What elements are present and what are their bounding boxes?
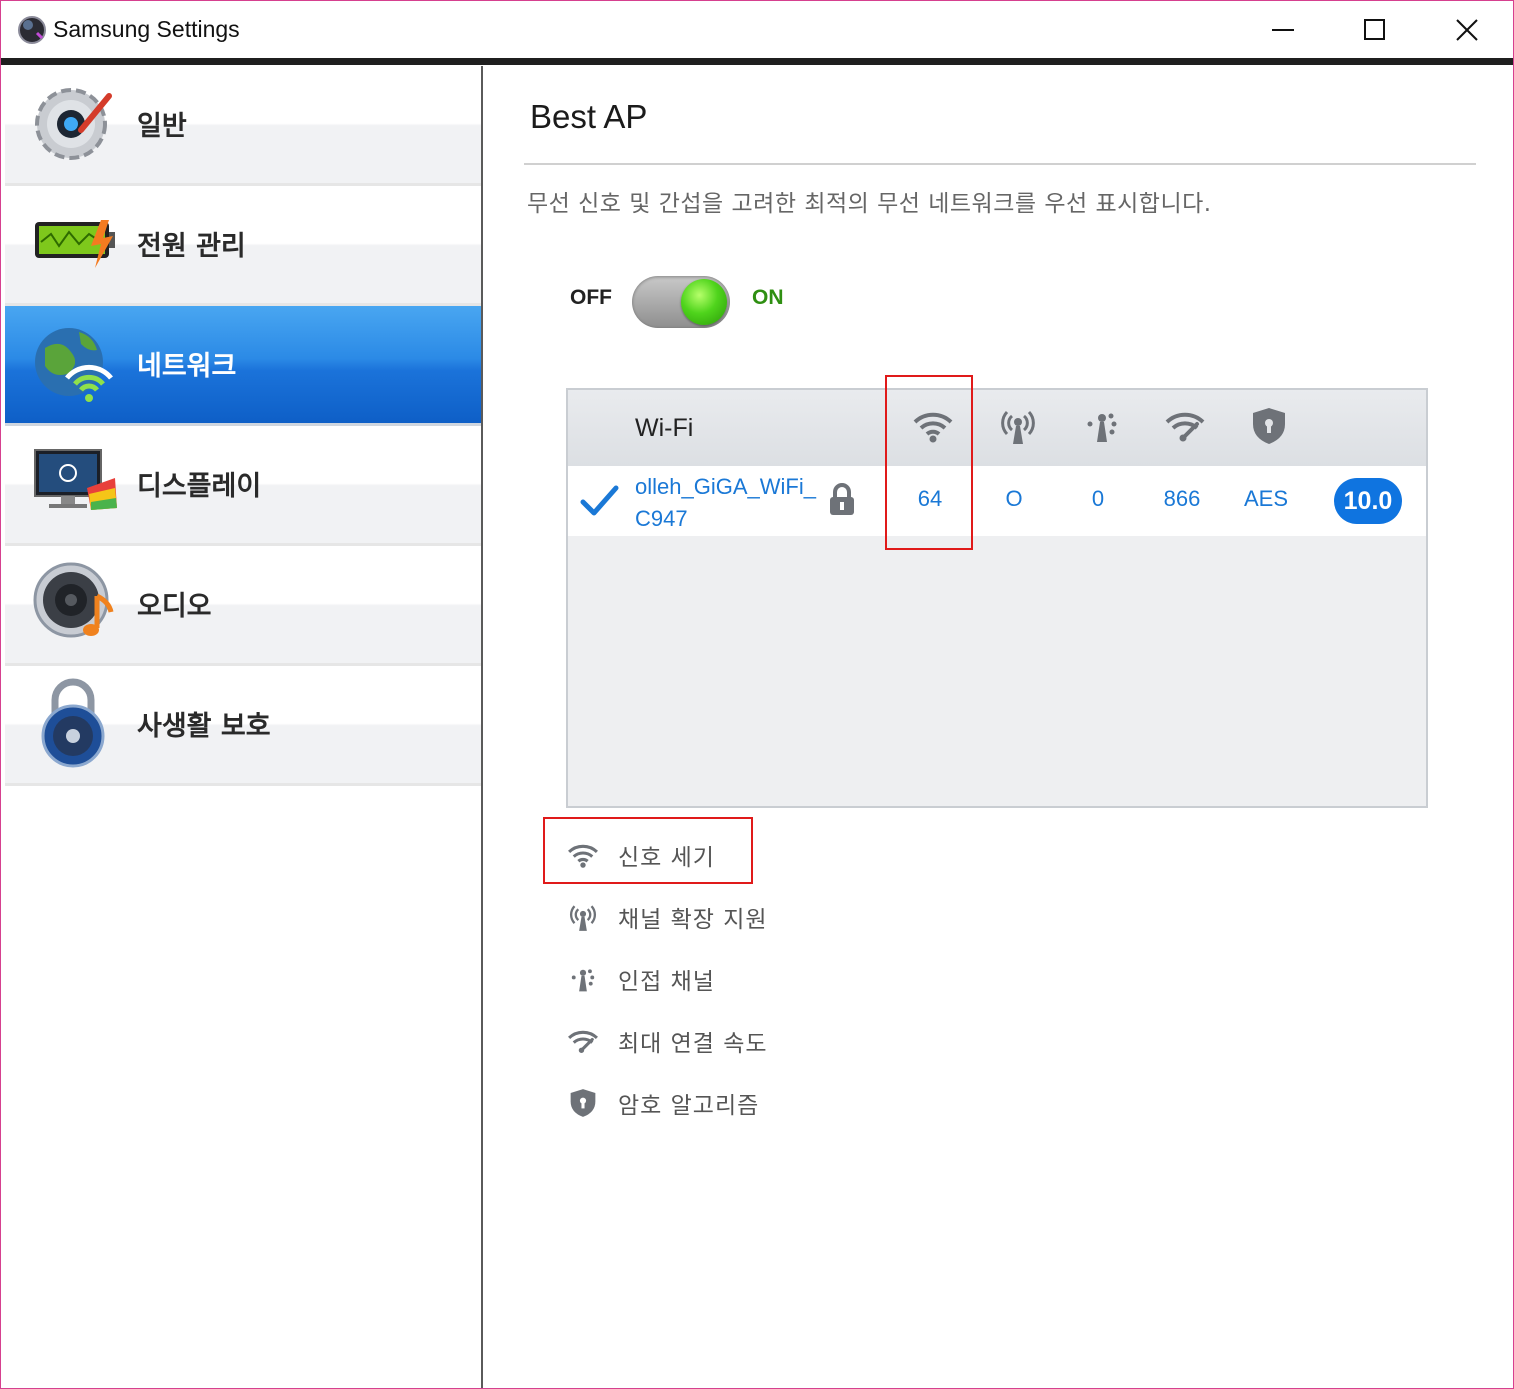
- legend-label: 채널 확장 지원: [618, 907, 768, 933]
- sidebar-item-audio[interactable]: 오디오: [5, 546, 481, 666]
- sidebar-item-power[interactable]: 전원 관리: [5, 186, 481, 306]
- network-globe-icon: [35, 328, 113, 402]
- adjacent-channel-icon: [571, 969, 595, 992]
- wifi-ssid[interactable]: olleh_GiGA_WiFi_C947: [635, 471, 825, 535]
- legend-label: 암호 알고리즘: [618, 1093, 760, 1119]
- title-divider: [1, 58, 1513, 65]
- page-description: 무선 신호 및 간섭을 고려한 최적의 무선 네트워크를 우선 표시합니다.: [527, 191, 1212, 217]
- max-speed-value: 866: [1163, 486, 1201, 511]
- channel-extension-icon: [1001, 410, 1035, 444]
- sidebar-item-general[interactable]: 일반: [5, 66, 481, 186]
- minimize-button[interactable]: [1237, 1, 1329, 58]
- display-icon: [34, 449, 117, 510]
- title-divider-line: [524, 163, 1476, 165]
- sidebar-item-network[interactable]: 네트워크: [5, 306, 481, 426]
- legend-item-adjacent-channel: 인접 채널: [566, 958, 826, 998]
- adjacent-channel-value: 0: [1091, 486, 1105, 511]
- encryption-value: AES: [1243, 486, 1289, 511]
- wifi-table: Wi-Fi olleh_GiGA_WiFi_C947 64 O 0 866 AE…: [566, 388, 1428, 808]
- legend-label: 최대 연결 속도: [618, 1031, 768, 1057]
- legend-label: 인접 채널: [618, 969, 715, 995]
- best-ap-toggle[interactable]: [632, 276, 730, 328]
- secured-lock-icon: [830, 483, 854, 515]
- toggle-knob[interactable]: [681, 279, 727, 325]
- speaker-icon: [33, 562, 114, 638]
- close-button[interactable]: [1421, 1, 1513, 58]
- toggle-off-label: OFF: [570, 286, 612, 309]
- legend-item-signal-strength: 신호 세기: [566, 834, 826, 874]
- channel-extension-icon: [570, 905, 596, 931]
- minimize-icon: [1272, 29, 1294, 31]
- signal-column-highlight: [885, 375, 973, 550]
- max-speed-icon: [1165, 412, 1205, 442]
- battery-icon: [35, 220, 115, 268]
- channel-extension-value: O: [1005, 486, 1023, 511]
- wifi-column-header: Wi-Fi: [635, 414, 694, 442]
- adjacent-channel-icon: [1087, 413, 1117, 442]
- encryption-shield-icon: [570, 1089, 596, 1117]
- sidebar-item-label: 오디오: [137, 591, 212, 622]
- max-speed-icon: [568, 1030, 598, 1053]
- maximize-icon: [1364, 19, 1385, 40]
- best-ap-score-badge: 10.0: [1334, 478, 1402, 524]
- legend-label: 신호 세기: [618, 845, 715, 871]
- signal-strength-icon: [568, 844, 598, 868]
- toggle-on-label: ON: [752, 286, 784, 309]
- close-icon: [1456, 19, 1478, 41]
- samsung-settings-app-icon: [18, 16, 46, 44]
- sidebar-item-label: 디스플레이: [137, 471, 262, 502]
- sidebar-item-privacy[interactable]: 사생활 보호: [5, 666, 481, 786]
- sidebar-item-label: 전원 관리: [137, 231, 246, 262]
- table-header: Wi-Fi: [568, 390, 1426, 466]
- sidebar-item-label: 일반: [137, 111, 187, 142]
- sidebar-item-label: 네트워크: [137, 351, 237, 382]
- general-settings-icon: [35, 88, 112, 160]
- legend-item-max-speed: 최대 연결 속도: [566, 1020, 826, 1060]
- sidebar-item-label: 사생활 보호: [137, 711, 271, 742]
- page-title: Best AP: [530, 98, 648, 135]
- connected-check-icon: [580, 485, 619, 516]
- sidebar-item-display[interactable]: 디스플레이: [5, 426, 481, 546]
- title-bar: Samsung Settings: [1, 1, 1513, 58]
- padlock-icon: [41, 678, 105, 768]
- encryption-shield-icon: [1253, 408, 1285, 444]
- table-row[interactable]: olleh_GiGA_WiFi_C947 64 O 0 866 AES 10.0: [568, 466, 1426, 536]
- sidebar: 일반 전원 관리 네트워크 디스플레이 오디오 사생활 보호: [5, 66, 483, 1388]
- legend-item-encryption: 암호 알고리즘: [566, 1082, 826, 1122]
- legend-item-channel-extension: 채널 확장 지원: [566, 896, 826, 936]
- maximize-button[interactable]: [1329, 1, 1421, 58]
- window-title: Samsung Settings: [53, 16, 240, 42]
